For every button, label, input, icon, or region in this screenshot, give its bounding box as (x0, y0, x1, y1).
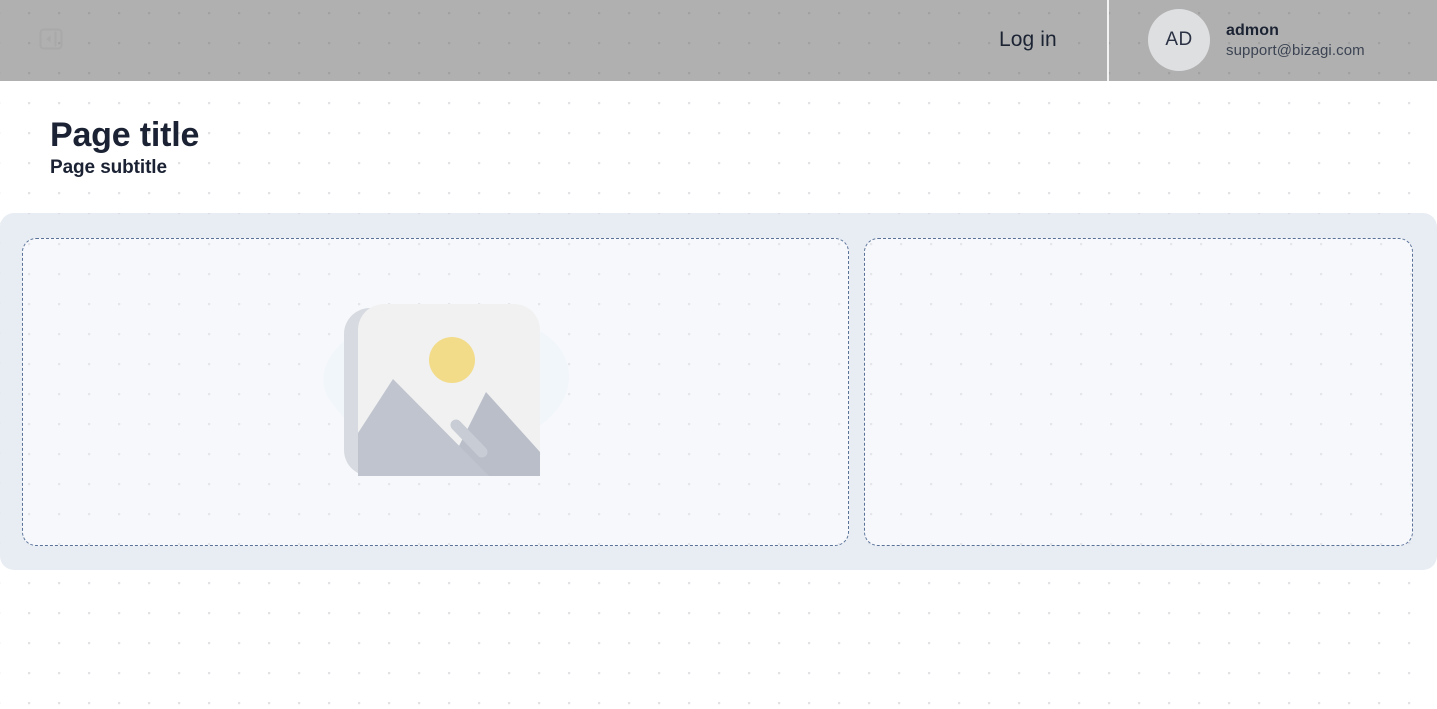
image-placeholder-icon (296, 292, 576, 492)
avatar: AD (1148, 9, 1210, 71)
panel-dot-pattern (865, 239, 1412, 545)
user-email: support@bizagi.com (1226, 41, 1365, 59)
user-menu[interactable]: AD admon support@bizagi.com (1148, 9, 1365, 71)
collapse-sidebar-icon[interactable] (37, 25, 64, 53)
login-link[interactable]: Log in (999, 25, 1057, 55)
page-title: Page title (50, 116, 200, 154)
left-drop-panel[interactable] (22, 238, 849, 546)
user-info: admon support@bizagi.com (1226, 22, 1365, 59)
user-name: admon (1226, 21, 1279, 39)
layout-container[interactable] (0, 213, 1437, 570)
right-drop-panel[interactable] (864, 238, 1413, 546)
page-heading: Page title Page subtitle (50, 112, 199, 180)
header-divider (1107, 0, 1109, 81)
top-header-bar: Log in AD admon support@bizagi.com (0, 0, 1437, 81)
page-subtitle: Page subtitle (50, 157, 167, 178)
